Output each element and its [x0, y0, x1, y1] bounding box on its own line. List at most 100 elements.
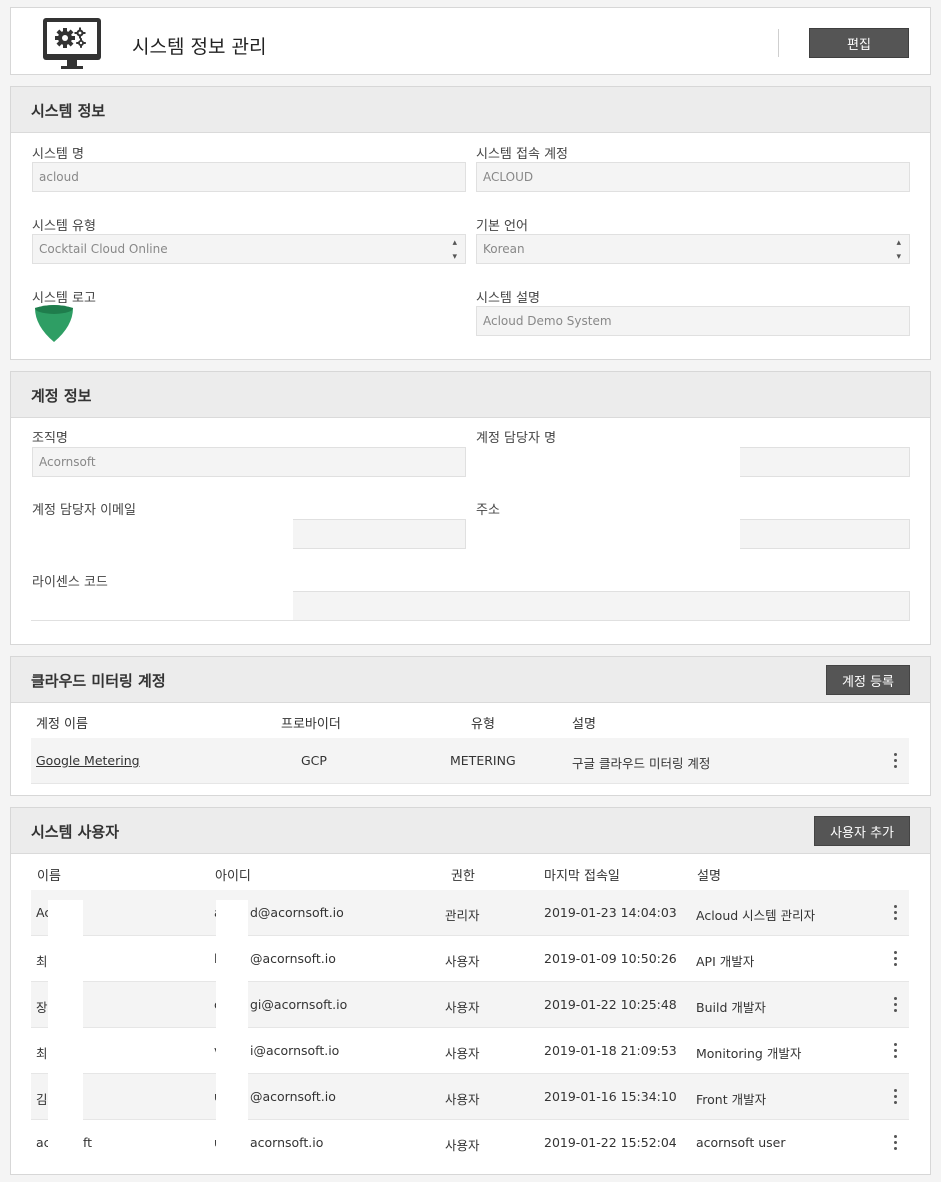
user-id: d@acornsoft.io — [250, 905, 344, 920]
header-divider — [778, 29, 779, 57]
user-id: i@acornsoft.io — [250, 1043, 340, 1058]
system-account-field[interactable]: ACLOUD — [476, 162, 910, 192]
table-row[interactable]: Ac a d@acornsoft.io 관리자 2019-01-23 14:04… — [31, 890, 909, 936]
col-role: 권한 — [451, 869, 475, 884]
user-role: 관리자 — [445, 908, 480, 923]
add-user-button[interactable]: 사용자 추가 — [814, 816, 910, 846]
table-row[interactable]: 김 u @acornsoft.io 사용자 2019-01-16 15:34:1… — [31, 1074, 909, 1120]
select-arrows-icon: ▴ ▾ — [452, 238, 457, 262]
user-last-login: 2019-01-22 10:25:48 — [544, 997, 677, 1012]
metering-card: 클라우드 미터링 계정 계정 등록 계정 이름 프로바이더 유형 설명 Goog… — [10, 656, 931, 796]
org-field[interactable]: Acornsoft — [32, 447, 466, 477]
manager-label: 계정 담당자 명 — [476, 431, 557, 446]
system-info-header: 시스템 정보 — [11, 87, 930, 133]
system-info-card: 시스템 정보 시스템 명 acloud 시스템 접속 계정 ACLOUD 시스템… — [10, 86, 931, 360]
table-row[interactable]: 장 c gi@acornsoft.io 사용자 2019-01-22 10:25… — [31, 982, 909, 1028]
col-provider: 프로바이더 — [281, 717, 341, 732]
metering-header: 클라우드 미터링 계정 계정 등록 — [11, 657, 930, 703]
col-description: 설명 — [572, 717, 596, 732]
user-last-login: 2019-01-18 21:09:53 — [544, 1043, 677, 1058]
system-type-value: Cocktail Cloud Online — [39, 242, 168, 256]
user-name: 최 — [36, 1046, 48, 1061]
user-desc: Front 개발자 — [696, 1092, 767, 1107]
user-desc: Build 개발자 — [696, 1000, 766, 1015]
user-desc: acornsoft user — [696, 1135, 786, 1150]
account-info-header: 계정 정보 — [11, 372, 930, 418]
monitor-base — [61, 66, 83, 69]
col-description: 설명 — [697, 869, 721, 884]
edit-button[interactable]: 편집 — [809, 28, 909, 58]
user-name: 최 — [36, 954, 48, 969]
system-type-select[interactable]: Cocktail Cloud Online ▴ ▾ — [32, 234, 466, 264]
system-desc-label: 시스템 설명 — [476, 291, 540, 306]
users-header: 시스템 사용자 사용자 추가 — [11, 808, 930, 854]
account-info-card: 계정 정보 조직명 Acornsoft 계정 담당자 명 계정 담당자 이메일 … — [10, 371, 931, 645]
redaction-mask — [476, 446, 740, 478]
select-arrows-icon: ▴ ▾ — [896, 238, 901, 262]
user-name-end: ft — [83, 1135, 93, 1150]
redaction-mask — [48, 900, 83, 1168]
system-info-title: 시스템 정보 — [31, 102, 106, 120]
user-name: 장 — [36, 1000, 48, 1015]
table-row[interactable]: 최 l @acornsoft.io 사용자 2019-01-09 10:50:2… — [31, 936, 909, 982]
email-label: 계정 담당자 이메일 — [32, 503, 136, 518]
register-account-button[interactable]: 계정 등록 — [826, 665, 910, 695]
org-label: 조직명 — [32, 431, 68, 446]
user-role: 사용자 — [445, 1000, 480, 1015]
col-type: 유형 — [471, 717, 495, 732]
users-title: 시스템 사용자 — [31, 823, 120, 841]
table-row: Google Metering GCP METERING 구글 클라우드 미터링… — [31, 738, 909, 784]
user-id: @acornsoft.io — [250, 951, 336, 966]
user-role: 사용자 — [445, 954, 480, 969]
user-role: 사용자 — [445, 1046, 480, 1061]
language-value: Korean — [483, 242, 525, 256]
user-id: @acornsoft.io — [250, 1089, 336, 1104]
redaction-mask — [31, 590, 293, 621]
page-title: 시스템 정보 관리 — [132, 36, 267, 58]
more-options-icon[interactable] — [894, 1043, 898, 1059]
col-id: 아이디 — [215, 869, 251, 884]
user-role: 사용자 — [445, 1092, 480, 1107]
metering-account-link[interactable]: Google Metering — [36, 753, 140, 768]
system-name-field[interactable]: acloud — [32, 162, 466, 192]
col-last-login: 마지막 접속일 — [544, 869, 620, 884]
user-name: 김 — [36, 1092, 48, 1107]
user-last-login: 2019-01-09 10:50:26 — [544, 951, 677, 966]
more-options-icon[interactable] — [894, 905, 898, 921]
user-desc: Monitoring 개발자 — [696, 1046, 802, 1061]
redaction-mask — [216, 900, 248, 1168]
user-last-login: 2019-01-23 14:04:03 — [544, 905, 677, 920]
address-label: 주소 — [476, 503, 500, 518]
system-name-label: 시스템 명 — [32, 147, 84, 162]
account-info-title: 계정 정보 — [31, 387, 92, 405]
system-type-label: 시스템 유형 — [32, 219, 96, 234]
metering-type: METERING — [450, 753, 516, 768]
col-account-name: 계정 이름 — [36, 717, 88, 732]
users-card: 시스템 사용자 사용자 추가 이름 아이디 권한 마지막 접속일 설명 Ac a… — [10, 807, 931, 1175]
more-options-icon[interactable] — [894, 951, 898, 967]
redaction-mask — [476, 518, 740, 550]
col-name: 이름 — [37, 869, 61, 884]
metering-title: 클라우드 미터링 계정 — [31, 672, 166, 690]
system-logo-image — [35, 305, 73, 342]
more-options-icon[interactable] — [894, 1135, 898, 1151]
more-options-icon[interactable] — [894, 997, 898, 1013]
table-row[interactable]: 최 v i@acornsoft.io 사용자 2019-01-18 21:09:… — [31, 1028, 909, 1074]
metering-provider: GCP — [301, 753, 327, 768]
more-options-icon[interactable] — [894, 1089, 898, 1105]
more-options-icon[interactable] — [894, 753, 898, 769]
system-account-label: 시스템 접속 계정 — [476, 147, 568, 162]
user-desc: Acloud 시스템 관리자 — [696, 908, 816, 923]
system-settings-icon — [43, 18, 101, 60]
user-role: 사용자 — [445, 1138, 480, 1153]
page-header: 시스템 정보 관리 편집 — [10, 7, 931, 75]
user-id: gi@acornsoft.io — [250, 997, 348, 1012]
redaction-mask — [31, 518, 293, 550]
system-desc-field[interactable]: Acloud Demo System — [476, 306, 910, 336]
metering-desc: 구글 클라우드 미터링 계정 — [572, 756, 711, 771]
language-select[interactable]: Korean ▴ ▾ — [476, 234, 910, 264]
license-label: 라이센스 코드 — [32, 575, 108, 590]
table-row[interactable]: ac ft u acornsoft.io 사용자 2019-01-22 15:5… — [31, 1120, 909, 1166]
user-last-login: 2019-01-22 15:52:04 — [544, 1135, 677, 1150]
user-id: acornsoft.io — [250, 1135, 324, 1150]
